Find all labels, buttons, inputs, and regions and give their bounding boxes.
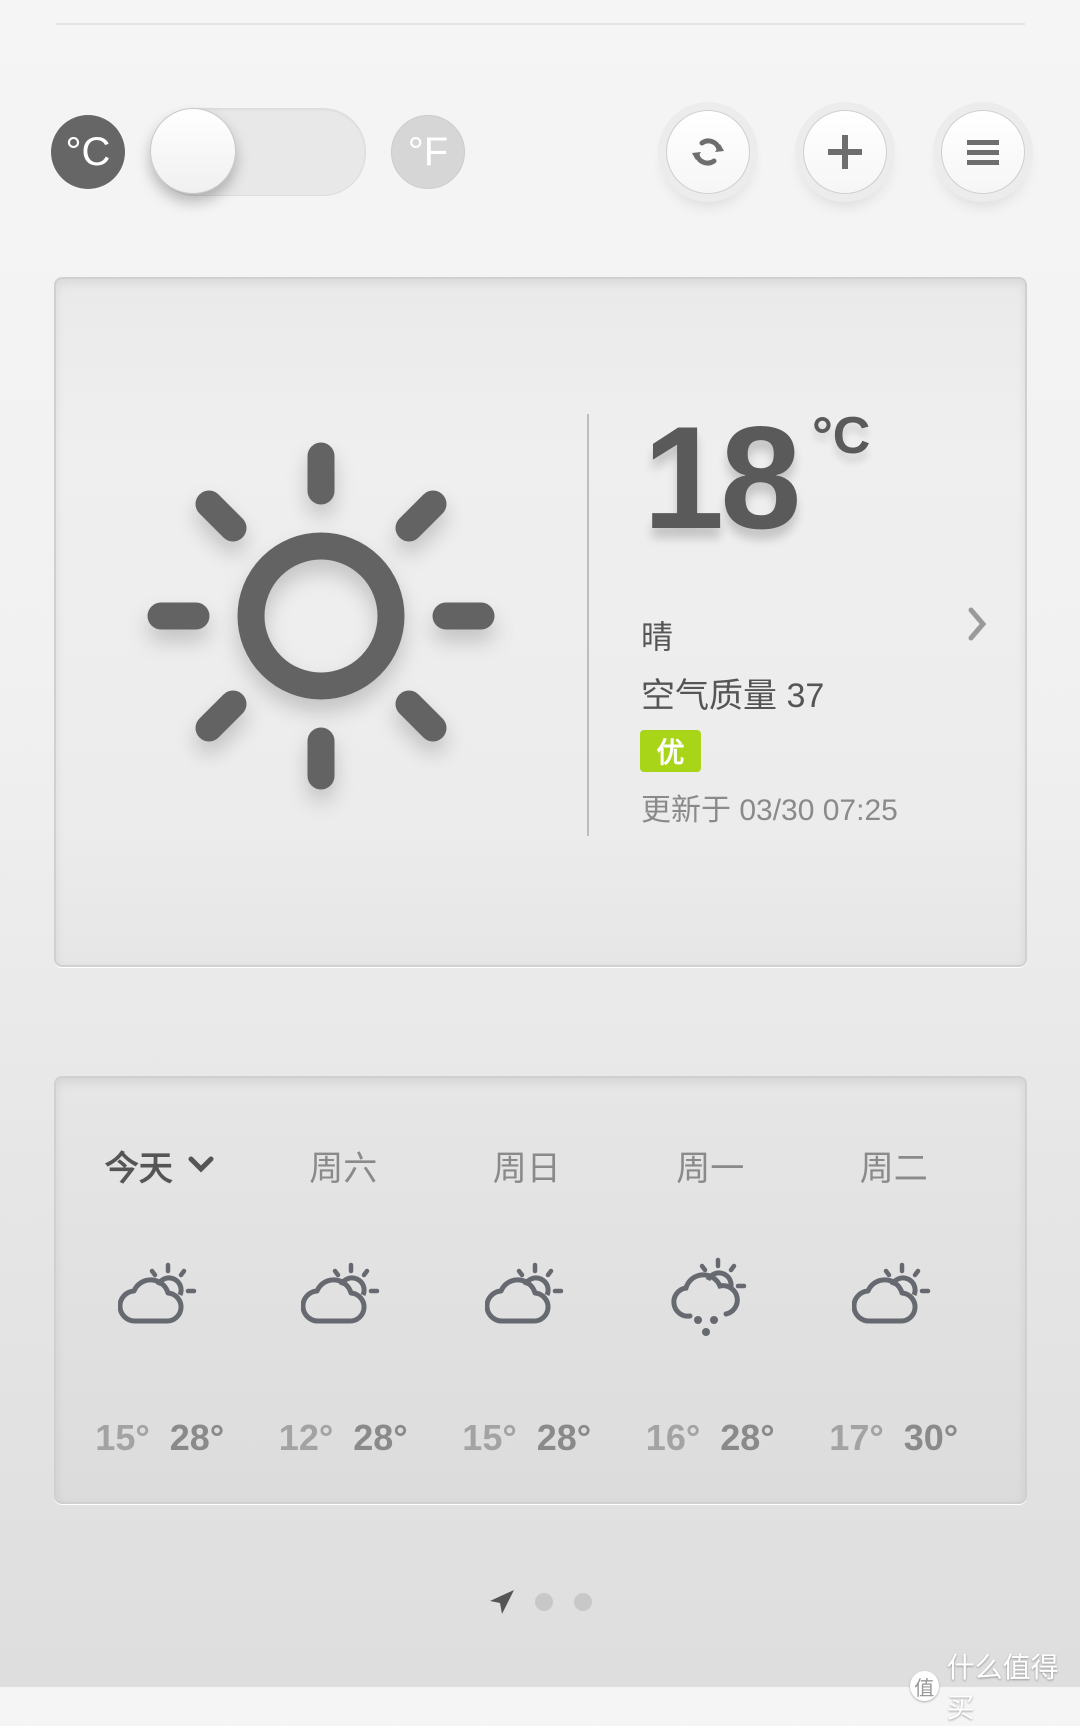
forecast-day-name[interactable]: 今天 bbox=[68, 1143, 252, 1188]
chevron-down-icon[interactable] bbox=[187, 1155, 215, 1175]
low-temp: 17° bbox=[829, 1417, 884, 1458]
forecast-list: 今天 15° 28° 周六 12° 28° 周日 15° 28° 周一 16° … bbox=[56, 1143, 1025, 1459]
weather-condition: 晴 bbox=[641, 619, 674, 655]
unit-toggle-knob[interactable] bbox=[150, 108, 236, 194]
celsius-label[interactable]: °C bbox=[51, 115, 125, 189]
day-label: 周日 bbox=[492, 1149, 561, 1188]
partly-cloudy-icon bbox=[435, 1239, 619, 1359]
watermark-logo: 值 bbox=[910, 1671, 939, 1701]
forecast-day[interactable]: 周一 16° 28° bbox=[619, 1143, 803, 1459]
forecast-day[interactable]: 周日 15° 28° bbox=[435, 1143, 619, 1459]
watermark: 值 什么值得买 bbox=[910, 1646, 1080, 1726]
low-temp: 16° bbox=[645, 1417, 701, 1458]
forecast-day[interactable]: 今天 15° 28° bbox=[56, 1143, 252, 1459]
day-label: 周六 bbox=[309, 1149, 378, 1188]
sun-icon bbox=[147, 442, 495, 790]
menu-icon bbox=[967, 140, 999, 165]
add-city-button[interactable] bbox=[803, 110, 887, 194]
current-temperature: 18 bbox=[643, 396, 801, 559]
partly-cloudy-icon bbox=[252, 1239, 436, 1359]
high-temp: 28° bbox=[169, 1417, 225, 1458]
plus-icon bbox=[828, 135, 862, 169]
high-temp: 28° bbox=[720, 1417, 775, 1458]
low-temp: 15° bbox=[462, 1417, 517, 1458]
location-arrow-icon[interactable] bbox=[488, 1588, 516, 1616]
high-temp: 28° bbox=[353, 1417, 408, 1458]
day-label: 今天 bbox=[104, 1149, 173, 1188]
high-temp: 28° bbox=[536, 1417, 592, 1458]
air-quality: 空气质量 37 bbox=[641, 677, 825, 715]
page-dot[interactable] bbox=[535, 1593, 553, 1611]
page-dot[interactable] bbox=[574, 1593, 592, 1611]
card-divider bbox=[587, 414, 589, 836]
forecast-day-name: 周六 bbox=[252, 1143, 436, 1188]
watermark-text: 什么值得买 bbox=[946, 1652, 1059, 1723]
forecast-day-name: 周二 bbox=[802, 1143, 986, 1188]
low-temp: 12° bbox=[278, 1417, 334, 1458]
day-label: 周二 bbox=[859, 1149, 928, 1188]
update-time: 更新于 03/30 07:25 bbox=[641, 794, 898, 827]
refresh-icon bbox=[692, 138, 724, 166]
high-temp: 30° bbox=[903, 1417, 959, 1458]
forecast-day-name: 周日 bbox=[435, 1143, 619, 1188]
day-label: 周一 bbox=[676, 1149, 745, 1188]
partly-cloudy-icon bbox=[802, 1239, 986, 1359]
chevron-right-icon[interactable] bbox=[965, 604, 989, 644]
menu-button[interactable] bbox=[941, 110, 1025, 194]
partly-cloudy-icon bbox=[68, 1239, 252, 1359]
forecast-day[interactable]: 周二 17° 30° bbox=[802, 1143, 986, 1459]
fahrenheit-label[interactable]: °F bbox=[391, 115, 465, 189]
rain-sun-icon bbox=[619, 1239, 803, 1359]
top-divider bbox=[56, 23, 1025, 25]
temperature-unit: °C bbox=[812, 407, 871, 465]
aqi-level-badge: 优 bbox=[640, 730, 701, 772]
low-temp: 15° bbox=[95, 1417, 150, 1458]
forecast-day-name: 周一 bbox=[619, 1143, 803, 1188]
refresh-button[interactable] bbox=[666, 110, 750, 194]
forecast-day[interactable]: 周六 12° 28° bbox=[252, 1143, 436, 1459]
